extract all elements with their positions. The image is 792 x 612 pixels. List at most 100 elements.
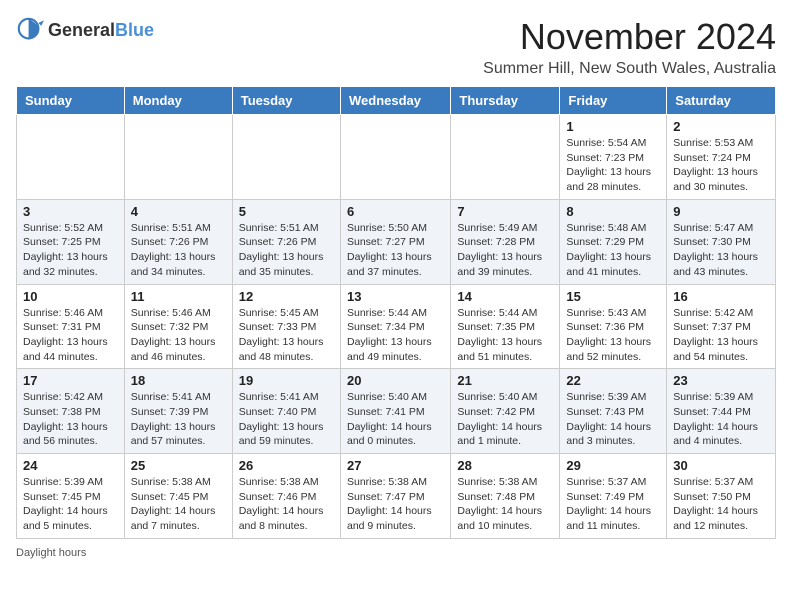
day-number: 28 bbox=[457, 458, 553, 473]
day-number: 25 bbox=[131, 458, 226, 473]
week-row-5: 24 Sunrise: 5:39 AM Sunset: 7:45 PM Dayli… bbox=[17, 454, 776, 539]
day-info: Sunrise: 5:39 AM Sunset: 7:45 PM Dayligh… bbox=[23, 475, 118, 534]
logo-blue-text: Blue bbox=[115, 20, 154, 40]
calendar-cell: 18Sunrise: 5:41 AM Sunset: 7:39 PM Dayli… bbox=[124, 369, 232, 454]
day-number: 16 bbox=[673, 289, 769, 304]
day-number: 23 bbox=[673, 373, 769, 388]
calendar-cell: 5 Sunrise: 5:51 AM Sunset: 7:26 PM Daylig… bbox=[232, 199, 340, 284]
day-info: Sunrise: 5:52 AM Sunset: 7:25 PM Dayligh… bbox=[23, 221, 118, 280]
day-number: 10 bbox=[23, 289, 118, 304]
day-info: Sunrise: 5:44 AM Sunset: 7:34 PM Dayligh… bbox=[347, 306, 444, 365]
calendar-cell: 14Sunrise: 5:44 AM Sunset: 7:35 PM Dayli… bbox=[451, 284, 560, 369]
calendar-cell: 11Sunrise: 5:46 AM Sunset: 7:32 PM Dayli… bbox=[124, 284, 232, 369]
day-number: 18 bbox=[131, 373, 226, 388]
day-info: Sunrise: 5:42 AM Sunset: 7:38 PM Dayligh… bbox=[23, 390, 118, 449]
day-number: 20 bbox=[347, 373, 444, 388]
footer-note: Daylight hours bbox=[16, 547, 776, 559]
day-number: 26 bbox=[239, 458, 334, 473]
day-info: Sunrise: 5:37 AM Sunset: 7:50 PM Dayligh… bbox=[673, 475, 769, 534]
title-area: November 2024 Summer Hill, New South Wal… bbox=[483, 16, 776, 78]
day-info: Sunrise: 5:45 AM Sunset: 7:33 PM Dayligh… bbox=[239, 306, 334, 365]
calendar-cell: 30 Sunrise: 5:37 AM Sunset: 7:50 PM Dayli… bbox=[667, 454, 776, 539]
calendar-header: SundayMondayTuesdayWednesdayThursdayFrid… bbox=[17, 87, 776, 115]
day-number: 29 bbox=[566, 458, 660, 473]
calendar-cell bbox=[340, 115, 450, 200]
calendar-cell bbox=[17, 115, 125, 200]
calendar-cell: 25 Sunrise: 5:38 AM Sunset: 7:45 PM Dayli… bbox=[124, 454, 232, 539]
calendar-cell: 27Sunrise: 5:38 AM Sunset: 7:47 PM Dayli… bbox=[340, 454, 450, 539]
week-row-4: 17 Sunrise: 5:42 AM Sunset: 7:38 PM Dayli… bbox=[17, 369, 776, 454]
day-number: 6 bbox=[347, 204, 444, 219]
day-number: 21 bbox=[457, 373, 553, 388]
day-info: Sunrise: 5:39 AM Sunset: 7:43 PM Dayligh… bbox=[566, 390, 660, 449]
day-info: Sunrise: 5:39 AM Sunset: 7:44 PM Dayligh… bbox=[673, 390, 769, 449]
day-info: Sunrise: 5:54 AM Sunset: 7:23 PM Dayligh… bbox=[566, 136, 660, 195]
day-info: Sunrise: 5:38 AM Sunset: 7:48 PM Dayligh… bbox=[457, 475, 553, 534]
header-day-monday: Monday bbox=[124, 87, 232, 115]
day-number: 1 bbox=[566, 119, 660, 134]
day-number: 27 bbox=[347, 458, 444, 473]
calendar-cell: 20 Sunrise: 5:40 AM Sunset: 7:41 PM Dayli… bbox=[340, 369, 450, 454]
day-number: 13 bbox=[347, 289, 444, 304]
day-number: 12 bbox=[239, 289, 334, 304]
header-day-saturday: Saturday bbox=[667, 87, 776, 115]
day-info: Sunrise: 5:50 AM Sunset: 7:27 PM Dayligh… bbox=[347, 221, 444, 280]
day-info: Sunrise: 5:48 AM Sunset: 7:29 PM Dayligh… bbox=[566, 221, 660, 280]
calendar-cell: 21Sunrise: 5:40 AM Sunset: 7:42 PM Dayli… bbox=[451, 369, 560, 454]
day-info: Sunrise: 5:44 AM Sunset: 7:35 PM Dayligh… bbox=[457, 306, 553, 365]
day-info: Sunrise: 5:40 AM Sunset: 7:41 PM Dayligh… bbox=[347, 390, 444, 449]
location-subtitle: Summer Hill, New South Wales, Australia bbox=[483, 60, 776, 78]
calendar-cell: 28 Sunrise: 5:38 AM Sunset: 7:48 PM Dayli… bbox=[451, 454, 560, 539]
day-info: Sunrise: 5:37 AM Sunset: 7:49 PM Dayligh… bbox=[566, 475, 660, 534]
calendar-cell: 2 Sunrise: 5:53 AM Sunset: 7:24 PM Daylig… bbox=[667, 115, 776, 200]
month-title: November 2024 bbox=[483, 16, 776, 58]
calendar-cell: 10 Sunrise: 5:46 AM Sunset: 7:31 PM Dayli… bbox=[17, 284, 125, 369]
day-number: 17 bbox=[23, 373, 118, 388]
calendar-cell: 13 Sunrise: 5:44 AM Sunset: 7:34 PM Dayli… bbox=[340, 284, 450, 369]
header-day-sunday: Sunday bbox=[17, 87, 125, 115]
calendar-cell: 17 Sunrise: 5:42 AM Sunset: 7:38 PM Dayli… bbox=[17, 369, 125, 454]
header-day-wednesday: Wednesday bbox=[340, 87, 450, 115]
calendar-body: 1 Sunrise: 5:54 AM Sunset: 7:23 PM Daylig… bbox=[17, 115, 776, 539]
day-number: 7 bbox=[457, 204, 553, 219]
day-number: 24 bbox=[23, 458, 118, 473]
page-header: GeneralBlue November 2024 Summer Hill, N… bbox=[16, 16, 776, 78]
calendar-cell: 1 Sunrise: 5:54 AM Sunset: 7:23 PM Daylig… bbox=[560, 115, 667, 200]
calendar-cell: 3 Sunrise: 5:52 AM Sunset: 7:25 PM Daylig… bbox=[17, 199, 125, 284]
header-day-tuesday: Tuesday bbox=[232, 87, 340, 115]
day-info: Sunrise: 5:38 AM Sunset: 7:45 PM Dayligh… bbox=[131, 475, 226, 534]
calendar-table: SundayMondayTuesdayWednesdayThursdayFrid… bbox=[16, 86, 776, 539]
calendar-cell: 24 Sunrise: 5:39 AM Sunset: 7:45 PM Dayli… bbox=[17, 454, 125, 539]
day-info: Sunrise: 5:38 AM Sunset: 7:46 PM Dayligh… bbox=[239, 475, 334, 534]
day-number: 15 bbox=[566, 289, 660, 304]
calendar-cell: 9 Sunrise: 5:47 AM Sunset: 7:30 PM Daylig… bbox=[667, 199, 776, 284]
day-number: 8 bbox=[566, 204, 660, 219]
calendar-cell: 26 Sunrise: 5:38 AM Sunset: 7:46 PM Dayli… bbox=[232, 454, 340, 539]
day-number: 3 bbox=[23, 204, 118, 219]
calendar-cell: 19Sunrise: 5:41 AM Sunset: 7:40 PM Dayli… bbox=[232, 369, 340, 454]
day-number: 11 bbox=[131, 289, 226, 304]
day-number: 5 bbox=[239, 204, 334, 219]
header-day-thursday: Thursday bbox=[451, 87, 560, 115]
day-info: Sunrise: 5:51 AM Sunset: 7:26 PM Dayligh… bbox=[239, 221, 334, 280]
logo-icon bbox=[16, 16, 44, 44]
calendar-cell bbox=[232, 115, 340, 200]
calendar-cell: 8 Sunrise: 5:48 AM Sunset: 7:29 PM Daylig… bbox=[560, 199, 667, 284]
calendar-cell: 7Sunrise: 5:49 AM Sunset: 7:28 PM Daylig… bbox=[451, 199, 560, 284]
day-number: 9 bbox=[673, 204, 769, 219]
day-number: 30 bbox=[673, 458, 769, 473]
day-info: Sunrise: 5:46 AM Sunset: 7:31 PM Dayligh… bbox=[23, 306, 118, 365]
logo-general-text: General bbox=[48, 20, 115, 40]
day-info: Sunrise: 5:53 AM Sunset: 7:24 PM Dayligh… bbox=[673, 136, 769, 195]
day-info: Sunrise: 5:47 AM Sunset: 7:30 PM Dayligh… bbox=[673, 221, 769, 280]
header-row: SundayMondayTuesdayWednesdayThursdayFrid… bbox=[17, 87, 776, 115]
calendar-cell: 4Sunrise: 5:51 AM Sunset: 7:26 PM Daylig… bbox=[124, 199, 232, 284]
day-number: 22 bbox=[566, 373, 660, 388]
header-day-friday: Friday bbox=[560, 87, 667, 115]
calendar-cell: 12 Sunrise: 5:45 AM Sunset: 7:33 PM Dayli… bbox=[232, 284, 340, 369]
calendar-cell: 16 Sunrise: 5:42 AM Sunset: 7:37 PM Dayli… bbox=[667, 284, 776, 369]
day-info: Sunrise: 5:51 AM Sunset: 7:26 PM Dayligh… bbox=[131, 221, 226, 280]
week-row-3: 10 Sunrise: 5:46 AM Sunset: 7:31 PM Dayli… bbox=[17, 284, 776, 369]
day-number: 2 bbox=[673, 119, 769, 134]
day-info: Sunrise: 5:42 AM Sunset: 7:37 PM Dayligh… bbox=[673, 306, 769, 365]
